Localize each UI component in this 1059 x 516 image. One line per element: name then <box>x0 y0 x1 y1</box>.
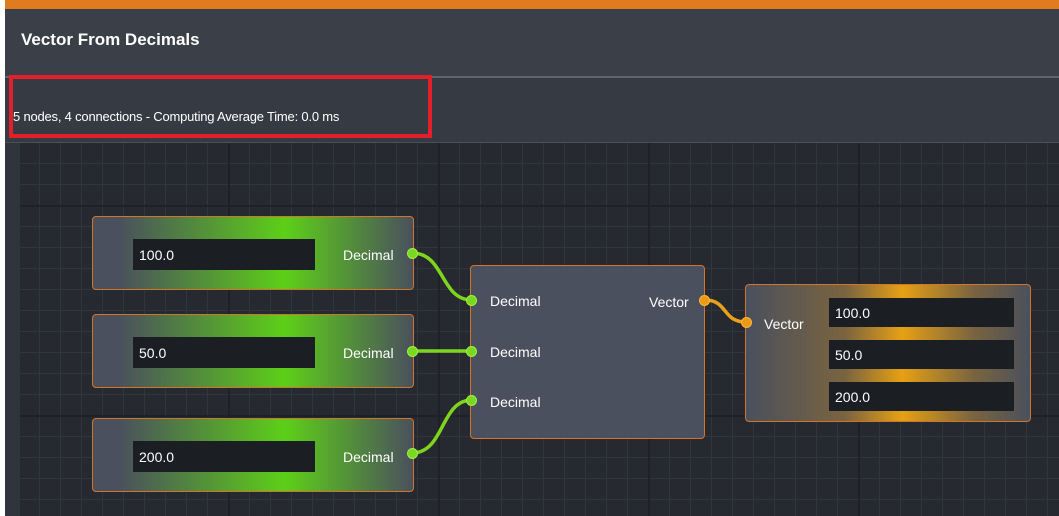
decimal-output-label-1: Decimal <box>343 247 394 263</box>
input-port-icon[interactable] <box>466 346 477 357</box>
vector-x-field[interactable]: 100.0 <box>829 298 1014 327</box>
vector-from-decimals-node[interactable]: Decimal Decimal Decimal Vector <box>470 265 705 439</box>
vector-input-label: Vector <box>764 316 804 332</box>
output-port-icon[interactable] <box>407 346 418 357</box>
output-port-icon[interactable] <box>699 295 710 306</box>
vector-y-field[interactable]: 50.0 <box>829 340 1014 369</box>
decimal-input-1[interactable]: 100.0 <box>133 239 315 270</box>
combine-input-label-1: Decimal <box>490 293 541 309</box>
decimal-node-2[interactable]: 50.0 Decimal <box>92 314 414 388</box>
highlight-box <box>9 75 432 138</box>
title-bar: Vector From Decimals <box>5 9 1059 78</box>
combine-output-label: Vector <box>649 294 689 310</box>
combine-input-label-2: Decimal <box>490 344 541 360</box>
input-port-icon[interactable] <box>741 317 752 328</box>
decimal-node-1[interactable]: 100.0 Decimal <box>92 216 414 290</box>
decimal-node-3[interactable]: 200.0 Decimal <box>92 418 414 492</box>
decimal-input-2[interactable]: 50.0 <box>133 337 315 368</box>
window-title: Vector From Decimals <box>21 30 200 49</box>
decimal-output-label-2: Decimal <box>343 345 394 361</box>
output-port-icon[interactable] <box>407 448 418 459</box>
combine-input-label-3: Decimal <box>490 394 541 410</box>
vector-z-field[interactable]: 200.0 <box>829 382 1014 411</box>
decimal-input-3[interactable]: 200.0 <box>133 441 315 472</box>
output-port-icon[interactable] <box>407 248 418 259</box>
vector-display-node[interactable]: Vector 100.0 50.0 200.0 <box>745 284 1031 422</box>
input-port-icon[interactable] <box>466 295 477 306</box>
input-port-icon[interactable] <box>466 395 477 406</box>
decimal-output-label-3: Decimal <box>343 449 394 465</box>
accent-bar <box>5 0 1059 9</box>
